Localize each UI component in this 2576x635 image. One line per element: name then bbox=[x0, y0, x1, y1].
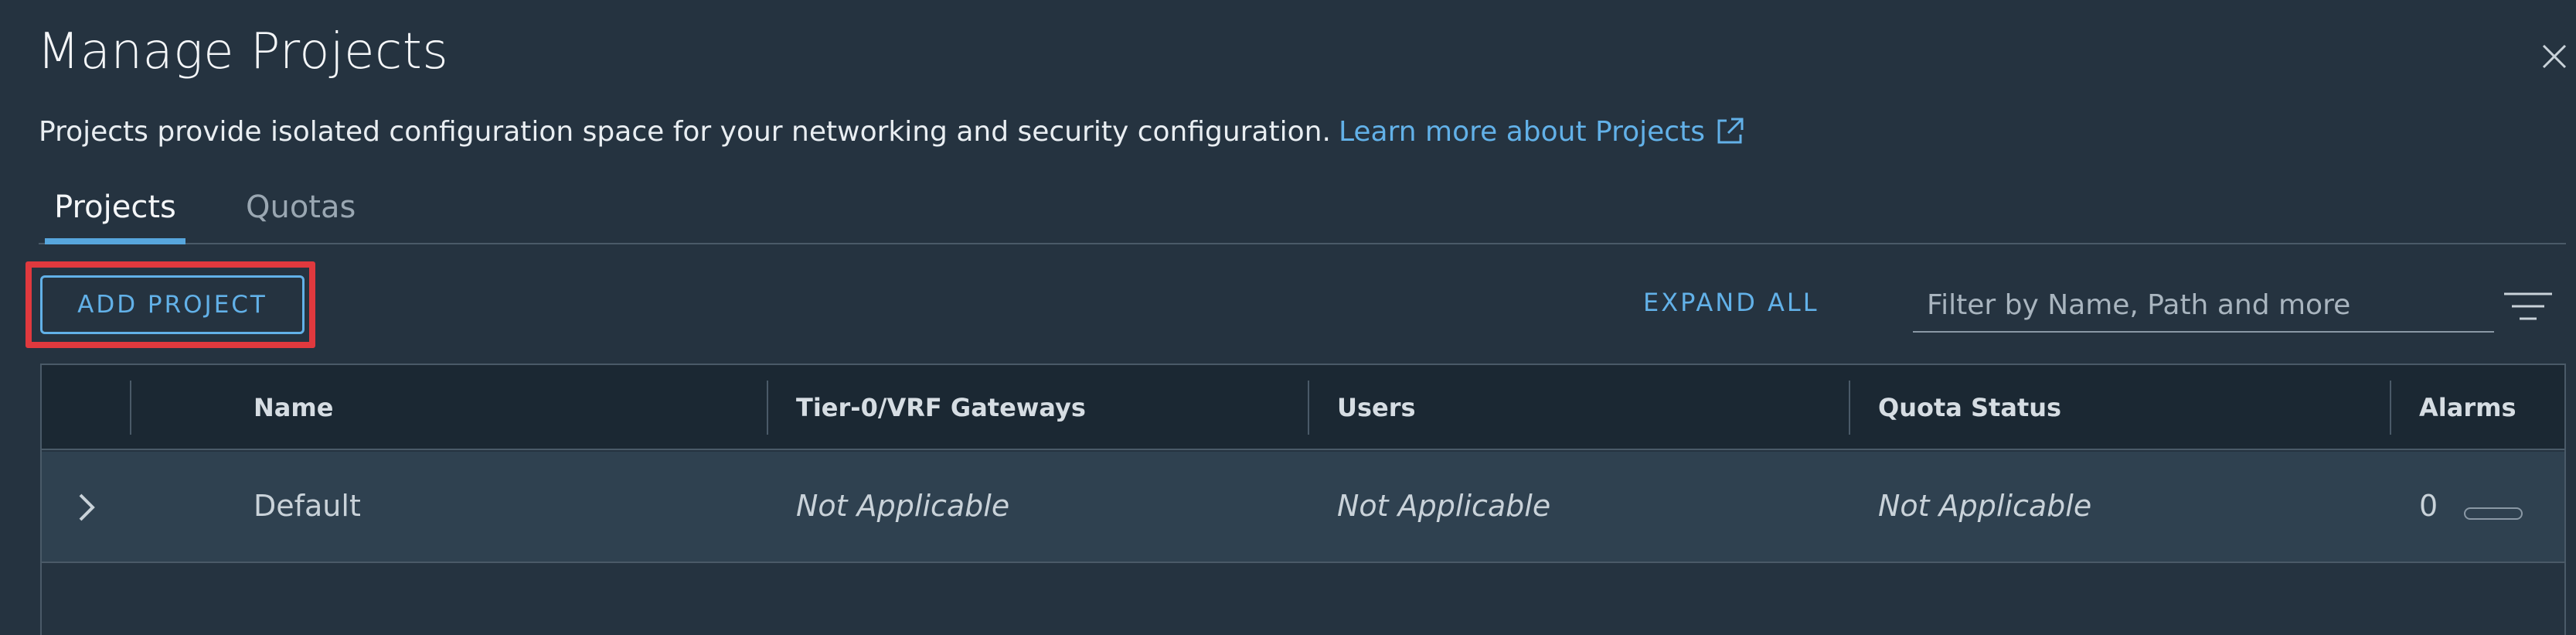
alarms-indicator-bar bbox=[2464, 507, 2523, 520]
column-separator[interactable] bbox=[2390, 381, 2391, 435]
projects-datagrid: Name Tier-0/VRF Gateways Users Quota Sta… bbox=[40, 364, 2566, 635]
close-icon bbox=[2542, 44, 2567, 69]
column-separator bbox=[130, 381, 131, 435]
project-name-cell[interactable]: Default bbox=[254, 489, 361, 523]
learn-more-label: Learn more about Projects bbox=[1338, 116, 1705, 148]
close-button[interactable] bbox=[2541, 43, 2567, 70]
external-link-icon bbox=[1717, 118, 1744, 144]
column-header-alarms[interactable]: Alarms bbox=[2419, 393, 2516, 422]
table-row: Default Not Applicable Not Applicable No… bbox=[42, 452, 2564, 563]
gateways-cell: Not Applicable bbox=[796, 489, 1010, 523]
dialog-description: Projects provide isolated configuration … bbox=[39, 116, 1745, 148]
manage-projects-dialog: Manage Projects Projects provide isolate… bbox=[0, 0, 2576, 635]
filter-input[interactable] bbox=[1913, 278, 2494, 333]
description-text: Projects provide isolated configuration … bbox=[39, 116, 1331, 148]
column-separator[interactable] bbox=[1849, 381, 1850, 435]
column-separator[interactable] bbox=[1308, 381, 1309, 435]
row-expand-button[interactable] bbox=[73, 490, 100, 524]
dialog-title: Manage Projects bbox=[37, 23, 449, 80]
chevron-right-icon bbox=[79, 493, 95, 521]
quota-status-cell: Not Applicable bbox=[1878, 489, 2092, 523]
tab-bar: Projects Quotas bbox=[39, 186, 2566, 244]
column-header-name[interactable]: Name bbox=[254, 393, 333, 422]
column-header-gateways[interactable]: Tier-0/VRF Gateways bbox=[796, 393, 1086, 422]
add-project-button[interactable]: ADD PROJECT bbox=[40, 275, 305, 334]
column-separator[interactable] bbox=[767, 381, 768, 435]
filter-lines-icon bbox=[2504, 292, 2552, 320]
tab-quotas[interactable]: Quotas bbox=[246, 186, 356, 244]
column-header-users[interactable]: Users bbox=[1337, 393, 1416, 422]
filter-options-button[interactable] bbox=[2503, 288, 2554, 325]
users-cell: Not Applicable bbox=[1337, 489, 1551, 523]
tab-projects[interactable]: Projects bbox=[45, 186, 185, 244]
learn-more-link[interactable]: Learn more about Projects bbox=[1339, 116, 1745, 148]
column-header-quota-status[interactable]: Quota Status bbox=[1878, 393, 2061, 422]
expand-all-button[interactable]: EXPAND ALL bbox=[1643, 288, 1819, 317]
grid-header: Name Tier-0/VRF Gateways Users Quota Sta… bbox=[42, 365, 2564, 450]
alarms-count[interactable]: 0 bbox=[2419, 489, 2438, 523]
